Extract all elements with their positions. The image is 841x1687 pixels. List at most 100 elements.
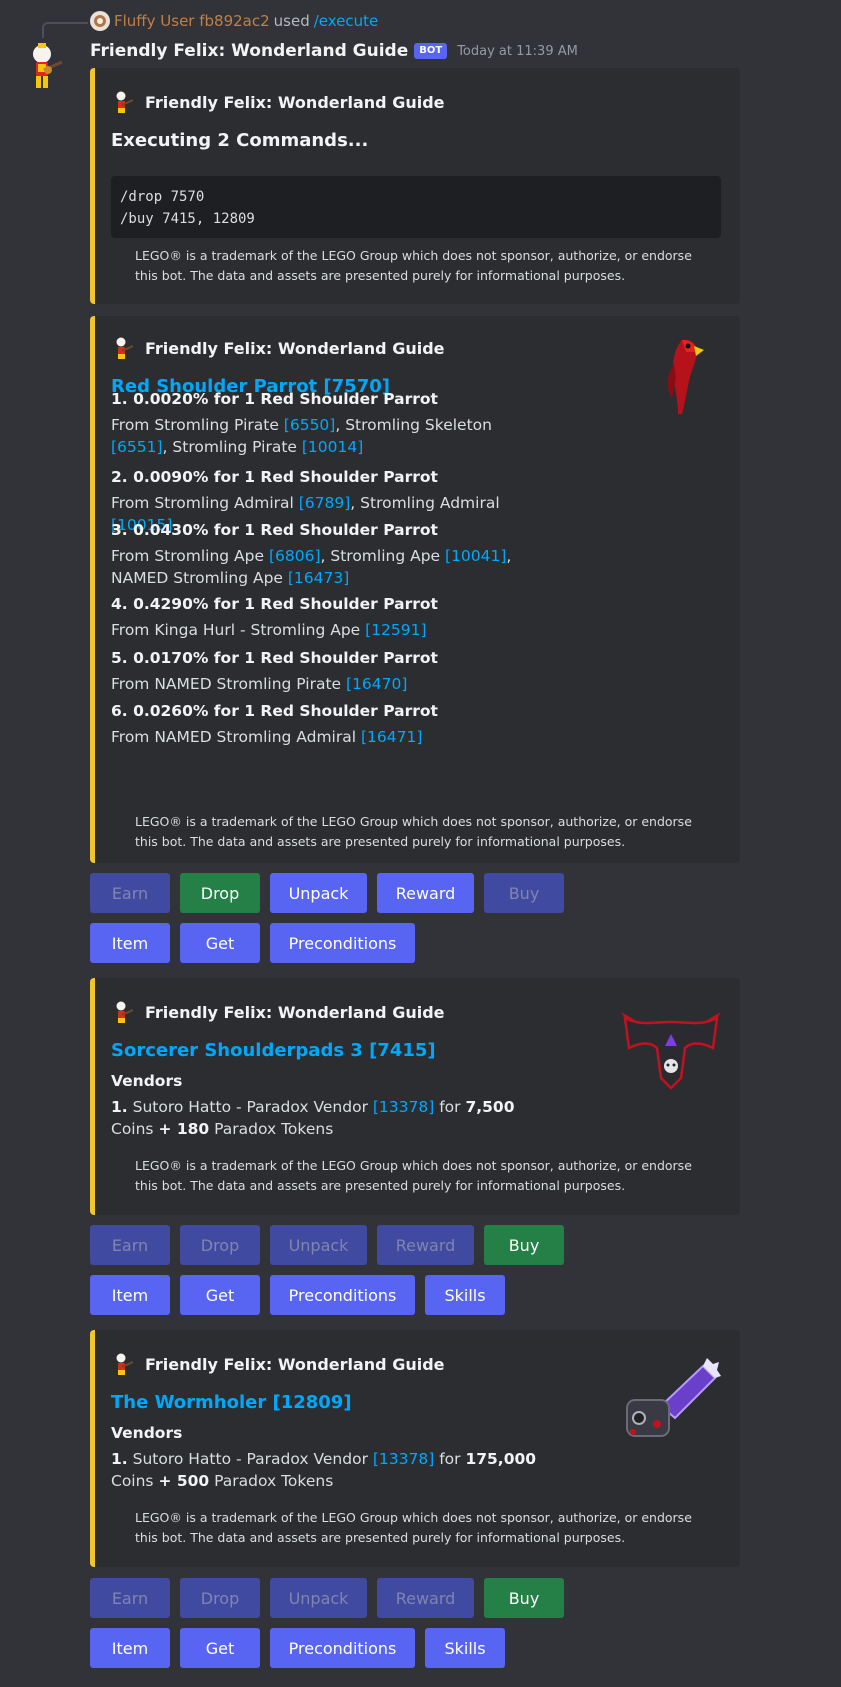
reply-command[interactable]: /execute <box>314 12 379 30</box>
embed-author-name: Friendly Felix: Wonderland Guide <box>145 1354 445 1374</box>
item-id-link[interactable]: [6789] <box>299 494 351 512</box>
value-text: From Stromling Pirate <box>111 416 284 434</box>
item-id-link[interactable]: [6550] <box>284 416 336 434</box>
buy-button[interactable]: Buy <box>484 1578 564 1618</box>
item-id-link[interactable]: [12591] <box>365 621 426 639</box>
item-id-link[interactable]: [10014] <box>302 438 363 456</box>
field-value: From NAMED Stromling Pirate [16470] <box>111 673 551 695</box>
drop-button: Drop <box>180 1578 260 1618</box>
drop-button[interactable]: Drop <box>180 873 260 913</box>
drop-button: Drop <box>180 1225 260 1265</box>
skills-button[interactable]: Skills <box>425 1275 505 1315</box>
item-button[interactable]: Item <box>90 1628 170 1668</box>
felix-author-icon <box>116 1001 134 1023</box>
reply-connector <box>42 22 88 38</box>
item-id-link[interactable]: [16470] <box>346 675 407 693</box>
field-name: Vendors <box>111 1424 183 1442</box>
field-name: 2. 0.0090% for 1 Red Shoulder Parrot <box>111 468 438 486</box>
value-text: From Kinga Hurl - Stromling Ape <box>111 621 366 639</box>
preconditions-button[interactable]: Preconditions <box>270 1275 415 1315</box>
earn-button: Earn <box>90 873 170 913</box>
item-id-link[interactable]: [13378] <box>373 1450 434 1468</box>
embed-title-link[interactable]: Sorcerer Shoulderpads 3 [7415] <box>111 1040 436 1061</box>
item-id-link[interactable]: [10041] <box>445 547 506 565</box>
embed-author-name: Friendly Felix: Wonderland Guide <box>145 92 445 112</box>
value-text: , Stromling Ape <box>320 547 446 565</box>
button-row: Item Get Preconditions Skills <box>90 1275 515 1315</box>
get-button[interactable]: Get <box>180 1628 260 1668</box>
embed-title-link[interactable]: The Wormholer [12809] <box>111 1392 352 1413</box>
embed-title: Executing 2 Commands... <box>111 130 369 151</box>
item-id-link[interactable]: [6551] <box>111 438 163 456</box>
value-text: From Stromling Ape <box>111 547 269 565</box>
value-text: , Stromling Admiral <box>350 494 500 512</box>
felix-author-icon <box>116 91 134 113</box>
value-text: Coins <box>111 1472 159 1490</box>
skills-button[interactable]: Skills <box>425 1628 505 1668</box>
parrot-thumbnail[interactable] <box>646 334 710 418</box>
value-text: , Stromling Pirate <box>162 438 302 456</box>
emphasis-text: 1. <box>111 1098 128 1116</box>
field-value: From Kinga Hurl - Stromling Ape [12591] <box>111 619 551 641</box>
preconditions-button[interactable]: Preconditions <box>270 1628 415 1668</box>
item-button[interactable]: Item <box>90 1275 170 1315</box>
bot-username[interactable]: Friendly Felix: Wonderland Guide <box>90 41 408 61</box>
field-value: From NAMED Stromling Admiral [16471] <box>111 726 551 748</box>
unpack-button: Unpack <box>270 1225 367 1265</box>
value-text: From NAMED Stromling Pirate <box>111 675 347 693</box>
reply-username[interactable]: Fluffy User fb892ac2 <box>114 12 270 30</box>
unpack-button[interactable]: Unpack <box>270 873 367 913</box>
value-text: From Stromling Admiral <box>111 494 299 512</box>
reply-reference[interactable]: Fluffy User fb892ac2 used /execute <box>90 10 378 32</box>
code-line: /buy 7415, 12809 <box>120 211 255 227</box>
field-name: 6. 0.0260% for 1 Red Shoulder Parrot <box>111 702 438 720</box>
buy-button[interactable]: Buy <box>484 1225 564 1265</box>
earn-button: Earn <box>90 1578 170 1618</box>
felix-author-icon <box>116 337 134 359</box>
reply-used-text: used <box>273 12 310 30</box>
item-id-link[interactable]: [16473] <box>288 569 349 587</box>
unpack-button: Unpack <box>270 1578 367 1618</box>
emphasis-text: + 500 <box>158 1472 210 1490</box>
emphasis-text: 7,500 <box>465 1098 515 1116</box>
message-header: Friendly Felix: Wonderland Guide BOT Tod… <box>90 38 578 64</box>
get-button[interactable]: Get <box>180 923 260 963</box>
wormholer-thumbnail[interactable] <box>621 1356 721 1446</box>
value-text: for <box>434 1098 466 1116</box>
shoulderpads-thumbnail[interactable] <box>621 1008 721 1090</box>
code-block: /drop 7570 /buy 7415, 12809 <box>111 176 721 238</box>
felix-avatar-icon[interactable] <box>24 40 66 92</box>
embed-footer: LEGO® is a trademark of the LEGO Group w… <box>135 1510 692 1545</box>
felix-author-icon <box>116 1353 134 1375</box>
field-name: 4. 0.4290% for 1 Red Shoulder Parrot <box>111 595 438 613</box>
embed-author: Friendly Felix: Wonderland Guide <box>111 90 445 114</box>
emphasis-text: 175,000 <box>465 1450 537 1468</box>
timestamp[interactable]: Today at 11:39 AM <box>457 44 578 59</box>
embed-author-name: Friendly Felix: Wonderland Guide <box>145 1002 445 1022</box>
item-button[interactable]: Item <box>90 923 170 963</box>
embed-drop: Friendly Felix: Wonderland Guide Red Sho… <box>90 316 740 863</box>
value-text: Sutoro Hatto - Paradox Vendor <box>127 1098 373 1116</box>
value-text: , Stromling Skeleton <box>335 416 492 434</box>
embed-buy-shoulderpads: Friendly Felix: Wonderland Guide Sorcere… <box>90 978 740 1215</box>
user-avatar-icon[interactable] <box>90 11 110 31</box>
embed-buy-wormholer: Friendly Felix: Wonderland Guide The Wor… <box>90 1330 740 1567</box>
field-name: 3. 0.0430% for 1 Red Shoulder Parrot <box>111 521 438 539</box>
emphasis-text: + 180 <box>158 1120 210 1138</box>
button-row: Earn Drop Unpack Reward Buy <box>90 873 574 913</box>
preconditions-button[interactable]: Preconditions <box>270 923 415 963</box>
reward-button[interactable]: Reward <box>377 873 474 913</box>
field-value: 1. Sutoro Hatto - Paradox Vendor [13378]… <box>111 1096 551 1140</box>
get-button[interactable]: Get <box>180 1275 260 1315</box>
button-row: Earn Drop Unpack Reward Buy <box>90 1578 574 1618</box>
button-row: Item Get Preconditions Skills <box>90 1628 515 1668</box>
value-text: From NAMED Stromling Admiral <box>111 728 361 746</box>
embed-author: Friendly Felix: Wonderland Guide <box>111 336 445 360</box>
value-text: Paradox Tokens <box>209 1120 334 1138</box>
item-id-link[interactable]: [16471] <box>361 728 422 746</box>
item-id-link[interactable]: [6806] <box>269 547 321 565</box>
field-value: From Stromling Ape [6806], Stromling Ape… <box>111 545 551 589</box>
buy-button: Buy <box>484 873 564 913</box>
item-id-link[interactable]: [13378] <box>373 1098 434 1116</box>
value-text: for <box>434 1450 466 1468</box>
